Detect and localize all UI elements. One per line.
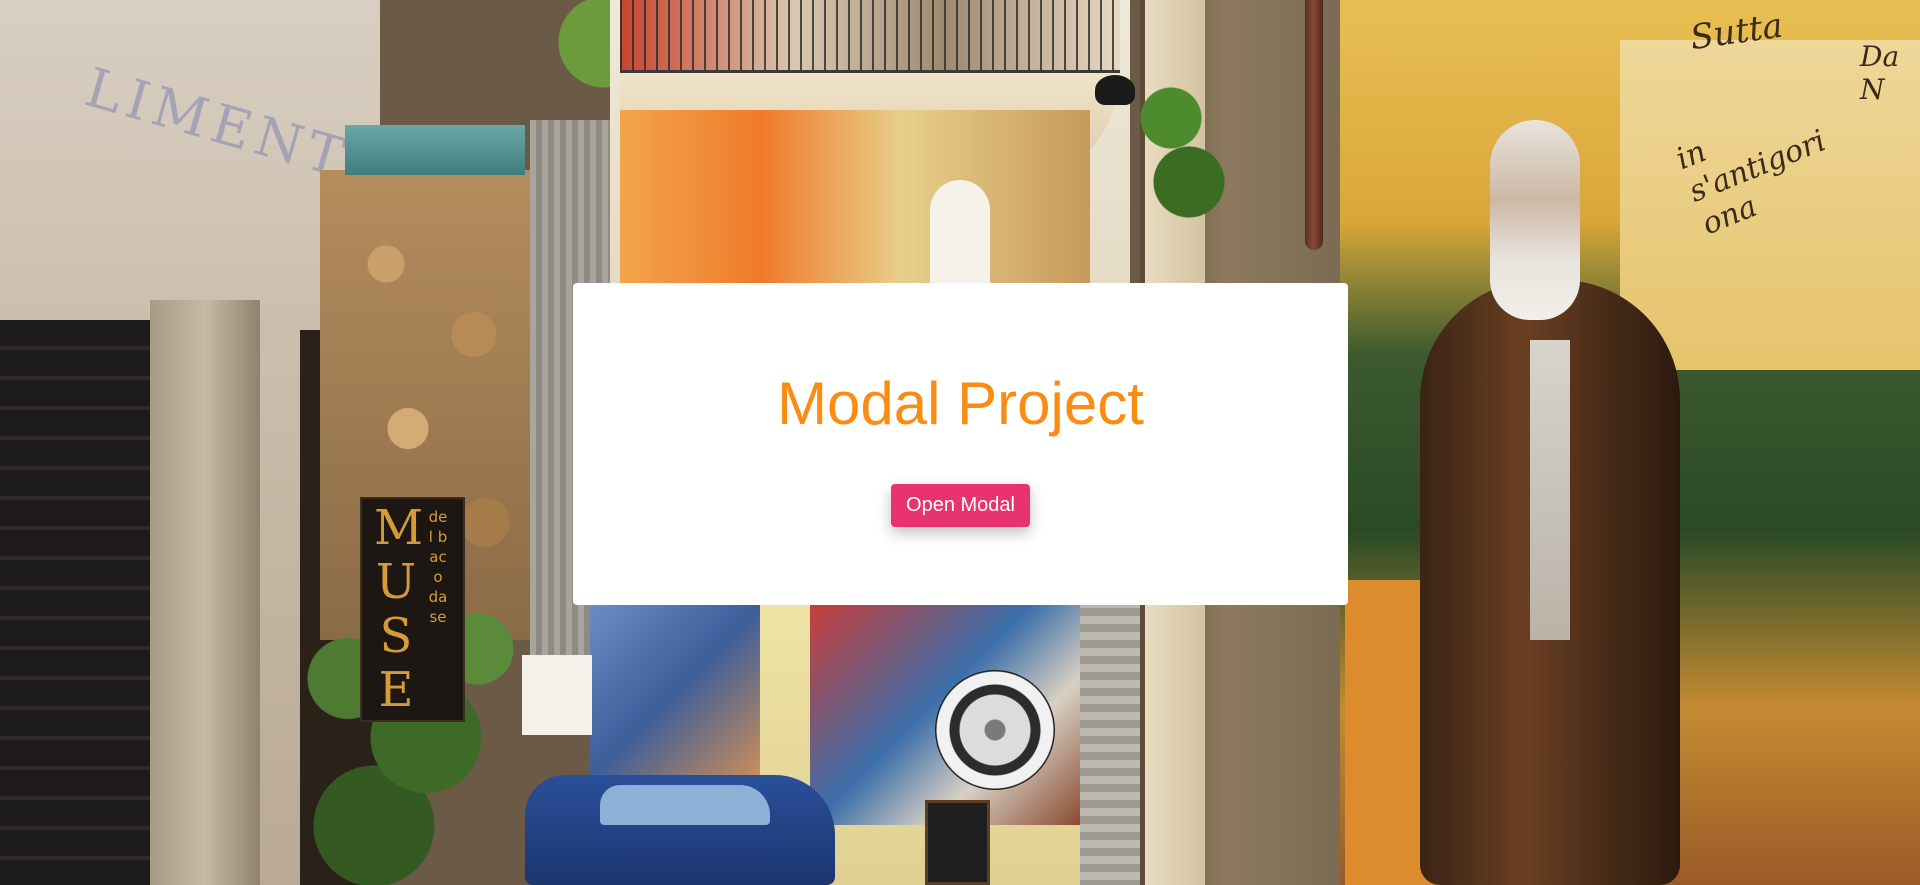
open-modal-button[interactable]: Open Modal — [891, 484, 1030, 527]
left-pillar — [150, 300, 260, 885]
old-man-shirt — [1530, 340, 1570, 640]
mural-wheel — [935, 670, 1055, 790]
car-window — [600, 785, 770, 825]
museum-sign-large-text: MUSE — [374, 500, 424, 718]
modal-card: Modal Project Open Modal — [573, 283, 1348, 605]
mural-figure — [930, 180, 990, 290]
old-man-head — [1490, 120, 1580, 320]
mural-writing-edge: Da N — [1860, 40, 1900, 106]
chalkboard — [925, 800, 990, 885]
street-lamp — [1095, 75, 1135, 105]
right-plants — [1135, 70, 1225, 230]
balcony-rail — [620, 0, 1120, 80]
museum-sign: MUSE del baco da se — [360, 497, 465, 722]
lower-left-mural — [590, 605, 760, 775]
page-title: Modal Project — [777, 370, 1144, 437]
balcony-mural — [620, 110, 1090, 290]
drain-pipe — [1305, 0, 1323, 250]
background-photo: LIMENTARI MUSE del baco da se Sutta in s… — [0, 0, 1920, 885]
shop-sign — [522, 655, 592, 735]
right-stone-column — [1080, 600, 1140, 885]
museum-sign-small-text: del baco da se — [428, 508, 448, 626]
teal-ledge — [345, 125, 525, 175]
